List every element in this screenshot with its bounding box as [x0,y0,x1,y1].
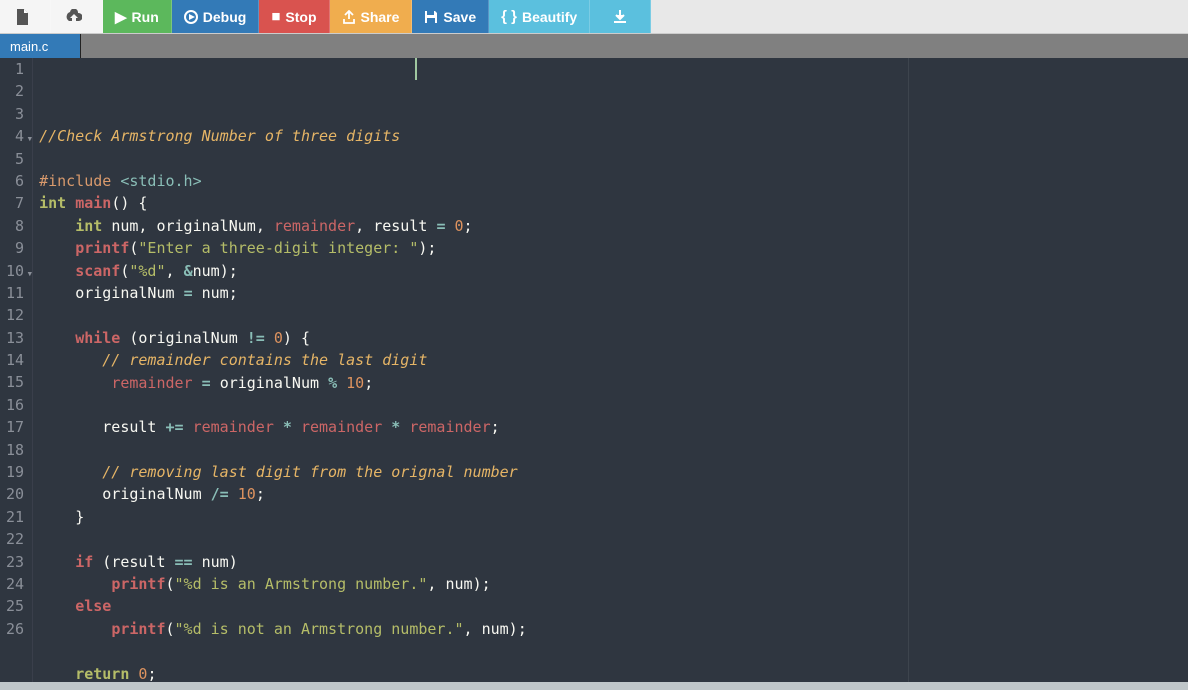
code-line[interactable]: int num, originalNum, remainder, result … [33,215,1188,237]
line-number: 2 [6,80,24,102]
save-icon [424,10,438,24]
stop-icon: ■ [271,8,280,25]
code-editor[interactable]: 1234▾5678910▾111213141516171819202122232… [0,58,1188,682]
code-line[interactable]: result += remainder * remainder * remain… [33,416,1188,438]
code-line[interactable]: if (result == num) [33,551,1188,573]
code-line[interactable]: printf("Enter a three-digit integer: "); [33,237,1188,259]
toolbar: ▶ Run Debug ■ Stop Share Save { } Beauti… [0,0,1188,34]
code-line[interactable]: while (originalNum != 0) { [33,327,1188,349]
fold-marker-icon[interactable]: ▾ [26,128,33,150]
save-label: Save [443,9,476,25]
stop-label: Stop [285,9,316,25]
tab-bar: main.c [0,34,1188,58]
line-number: 14 [6,349,24,371]
line-number: 15 [6,371,24,393]
code-line[interactable]: //Check Armstrong Number of three digits [33,125,1188,147]
download-button[interactable] [590,0,651,33]
beautify-icon: { } [501,8,517,25]
debug-icon [184,10,198,24]
line-number: 5 [6,148,24,170]
line-number: 4▾ [6,125,24,147]
debug-label: Debug [203,9,247,25]
code-line[interactable] [33,439,1188,461]
download-icon [612,9,628,25]
upload-icon [66,9,82,25]
line-number: 21 [6,506,24,528]
code-line[interactable] [33,304,1188,326]
code-line[interactable]: scanf("%d", &num); [33,260,1188,282]
code-line[interactable]: // remainder contains the last digit [33,349,1188,371]
code-line[interactable]: remainder = originalNum % 10; [33,372,1188,394]
upload-button[interactable] [51,0,103,33]
share-icon [342,10,356,24]
code-line[interactable] [33,528,1188,550]
line-number: 24 [6,573,24,595]
print-margin [908,58,909,682]
line-number: 25 [6,595,24,617]
line-number: 16 [6,394,24,416]
line-number: 11 [6,282,24,304]
line-number: 26 [6,618,24,640]
line-number: 6 [6,170,24,192]
code-line[interactable] [33,148,1188,170]
line-number: 3 [6,103,24,125]
code-line[interactable]: printf("%d is an Armstrong number.", num… [33,573,1188,595]
code-line[interactable]: } [33,506,1188,528]
code-line[interactable]: originalNum /= 10; [33,483,1188,505]
tab-label: main.c [10,39,48,54]
new-file-icon [15,9,30,25]
line-number: 22 [6,528,24,550]
line-number: 19 [6,461,24,483]
line-number: 23 [6,551,24,573]
code-line[interactable]: return 0; [33,663,1188,682]
line-number: 7 [6,192,24,214]
code-line[interactable]: int main() { [33,192,1188,214]
fold-marker-icon[interactable]: ▾ [26,263,33,285]
code-line[interactable]: else [33,595,1188,617]
line-number: 20 [6,483,24,505]
line-number: 10▾ [6,260,24,282]
line-gutter: 1234▾5678910▾111213141516171819202122232… [0,58,33,682]
code-line[interactable]: #include <stdio.h> [33,170,1188,192]
text-cursor [415,58,417,80]
code-line[interactable]: printf("%d is not an Armstrong number.",… [33,618,1188,640]
run-label: Run [132,9,159,25]
code-line[interactable] [33,394,1188,416]
line-number: 18 [6,439,24,461]
line-number: 9 [6,237,24,259]
play-icon: ▶ [115,8,127,26]
beautify-label: Beautify [522,9,577,25]
debug-button[interactable]: Debug [172,0,260,33]
save-button[interactable]: Save [412,0,489,33]
line-number: 17 [6,416,24,438]
tab-main-c[interactable]: main.c [0,34,81,58]
line-number: 1 [6,58,24,80]
run-button[interactable]: ▶ Run [103,0,172,33]
code-line[interactable] [33,640,1188,662]
code-line[interactable]: originalNum = num; [33,282,1188,304]
share-label: Share [361,9,400,25]
new-file-button[interactable] [0,0,51,33]
code-line[interactable]: // removing last digit from the orignal … [33,461,1188,483]
code-area[interactable]: //Check Armstrong Number of three digits… [33,58,1188,682]
line-number: 8 [6,215,24,237]
status-bar [0,682,1188,690]
stop-button[interactable]: ■ Stop [259,0,329,33]
line-number: 12 [6,304,24,326]
share-button[interactable]: Share [330,0,413,33]
line-number: 13 [6,327,24,349]
beautify-button[interactable]: { } Beautify [489,0,590,33]
